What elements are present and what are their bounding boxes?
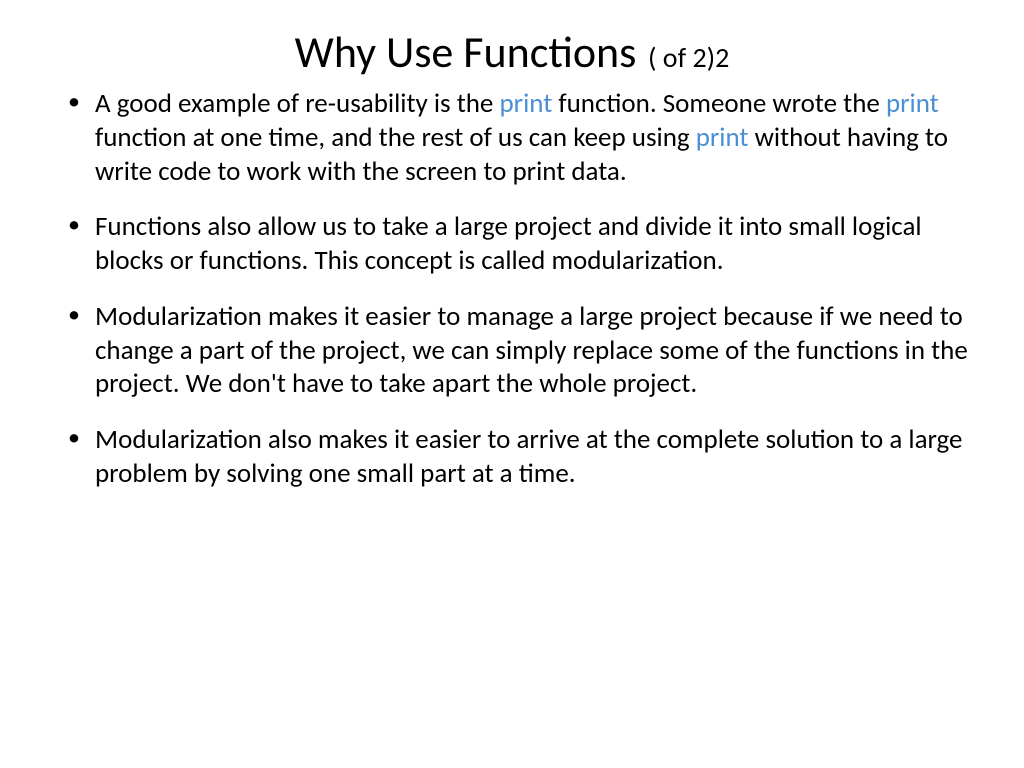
highlighted-text: print (696, 121, 749, 154)
title-suffix: ( of 2)2 (648, 40, 729, 75)
highlighted-text: print (499, 87, 552, 120)
body-text: Modularization makes it easier to manage… (95, 300, 968, 401)
body-text: A good example of re-usability is the (95, 87, 499, 120)
bullet-item: A good example of re-usability is the pr… (50, 87, 974, 188)
slide-title: Why Use Functions ( of 2)2 (50, 25, 974, 79)
bullet-item: Modularization also makes it easier to a… (50, 423, 974, 491)
highlighted-text: print (886, 87, 939, 120)
body-text: Modularization also makes it easier to a… (95, 423, 962, 490)
bullet-list: A good example of re-usability is the pr… (50, 87, 974, 491)
body-text: function at one time, and the rest of us… (95, 121, 696, 154)
bullet-item: Functions also allow us to take a large … (50, 210, 974, 278)
bullet-item: Modularization makes it easier to manage… (50, 300, 974, 401)
body-text: function. Someone wrote the (552, 87, 886, 120)
title-main: Why Use Functions (295, 25, 637, 79)
body-text: Functions also allow us to take a large … (95, 210, 922, 277)
